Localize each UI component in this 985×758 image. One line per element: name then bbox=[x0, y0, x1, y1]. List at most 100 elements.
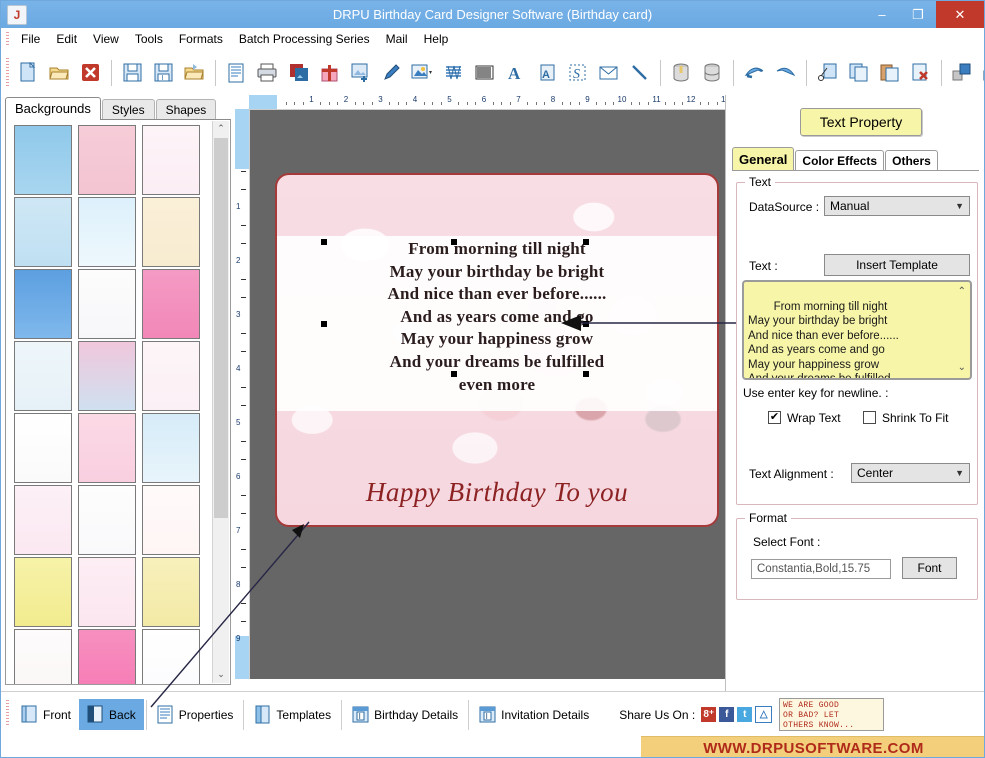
redo-icon[interactable] bbox=[771, 57, 800, 89]
selection-handle-bm[interactable] bbox=[451, 371, 457, 377]
print-icon[interactable] bbox=[253, 57, 282, 89]
background-thumbnail-winter-scene[interactable] bbox=[78, 197, 136, 267]
menu-formats[interactable]: Formats bbox=[171, 30, 231, 48]
background-thumbnail-birthday-pink[interactable] bbox=[142, 269, 200, 339]
bottom-item-properties[interactable]: Properties bbox=[149, 699, 242, 730]
paste-icon[interactable] bbox=[875, 57, 904, 89]
background-thumbnail-petals-white[interactable] bbox=[14, 629, 72, 684]
background-thumbnail-balloons-cream[interactable] bbox=[142, 197, 200, 267]
tab-styles[interactable]: Styles bbox=[101, 99, 155, 120]
background-thumbnail-hearts-multicolor[interactable] bbox=[14, 485, 72, 555]
bottom-item-front[interactable]: Front bbox=[13, 699, 79, 730]
background-thumbnail-gift-boxes-white[interactable] bbox=[142, 629, 200, 684]
delete-icon[interactable] bbox=[906, 57, 935, 89]
background-thumbnail-pink-pattern[interactable] bbox=[78, 125, 136, 195]
pen-tool-icon[interactable] bbox=[377, 57, 406, 89]
line-tool-icon[interactable] bbox=[625, 57, 654, 89]
background-thumbnail-flowers-white[interactable] bbox=[142, 125, 200, 195]
datasource-select[interactable]: Manual ▼ bbox=[824, 196, 970, 216]
text-alignment-select[interactable]: Center ▼ bbox=[851, 463, 970, 483]
shrink-to-fit-checkbox[interactable] bbox=[863, 411, 876, 424]
menu-view[interactable]: View bbox=[85, 30, 127, 48]
tab-others[interactable]: Others bbox=[885, 150, 938, 171]
like-icon[interactable]: △ bbox=[755, 706, 773, 723]
background-thumbnail-soft-floral[interactable] bbox=[142, 341, 200, 411]
bottom-item-invitation-details[interactable]: I Invitation Details bbox=[471, 699, 597, 730]
birthday-card[interactable]: From morning till night May your birthda… bbox=[275, 173, 719, 527]
card-verse-text[interactable]: From morning till night May your birthda… bbox=[277, 238, 717, 396]
save-as-icon[interactable]: I bbox=[149, 57, 178, 89]
tab-color-effects[interactable]: Color Effects bbox=[795, 150, 885, 171]
card-greeting-text[interactable]: Happy Birthday To you bbox=[277, 477, 717, 508]
left-panel-scrollbar[interactable]: ⌃ ⌄ bbox=[212, 121, 229, 683]
selection-handle-ml[interactable] bbox=[321, 321, 327, 327]
text-box-icon[interactable]: A bbox=[532, 57, 561, 89]
menu-grip[interactable] bbox=[6, 32, 9, 46]
background-thumbnail-bubbles-pale[interactable] bbox=[14, 341, 72, 411]
open-folder-icon[interactable] bbox=[45, 57, 74, 89]
menu-mail[interactable]: Mail bbox=[378, 30, 416, 48]
scroll-up-icon[interactable]: ⌃ bbox=[213, 121, 229, 137]
font-button[interactable]: Font bbox=[902, 557, 957, 579]
selection-handle-tr[interactable] bbox=[583, 239, 589, 245]
close-document-icon[interactable] bbox=[76, 57, 105, 89]
restore-button[interactable]: ❐ bbox=[900, 1, 936, 28]
watermark-icon[interactable] bbox=[439, 57, 468, 89]
google-plus-icon[interactable]: 8⁺ bbox=[701, 707, 717, 722]
barcode-icon[interactable] bbox=[470, 57, 499, 89]
send-back-icon[interactable] bbox=[979, 57, 984, 89]
bottom-item-back[interactable]: Back bbox=[79, 699, 144, 730]
selection-handle-mr[interactable] bbox=[583, 321, 589, 327]
background-thumbnail-party-scene[interactable] bbox=[142, 557, 200, 627]
background-thumbnail-yellow-stripes[interactable] bbox=[14, 557, 72, 627]
signature-icon[interactable]: S bbox=[563, 57, 592, 89]
bottom-item-templates[interactable]: Templates bbox=[246, 699, 339, 730]
background-thumbnail-red-hearts[interactable] bbox=[142, 485, 200, 555]
envelope-icon[interactable] bbox=[594, 57, 623, 89]
scroll-down-icon[interactable]: ⌄ bbox=[213, 667, 229, 683]
background-thumbnail-hearts-hot-pink[interactable] bbox=[78, 629, 136, 684]
background-thumbnail-happy-birthday-white[interactable] bbox=[14, 413, 72, 483]
background-thumbnail-sky-clouds[interactable] bbox=[14, 125, 72, 195]
card-layers-icon[interactable] bbox=[284, 57, 313, 89]
background-thumbnail-balloons-sky[interactable] bbox=[142, 413, 200, 483]
background-thumbnail-cakes-pink[interactable] bbox=[78, 557, 136, 627]
database-icon[interactable] bbox=[667, 57, 696, 89]
wrap-text-checkbox[interactable]: ✔ bbox=[768, 411, 781, 424]
bottom-item-birthday-details[interactable]: I Birthday Details bbox=[344, 699, 466, 730]
background-thumbnail-hearts-stripes-pink[interactable] bbox=[78, 413, 136, 483]
undo-icon[interactable] bbox=[740, 57, 769, 89]
database-stack-icon[interactable] bbox=[698, 57, 727, 89]
text-tool-icon[interactable]: A bbox=[501, 57, 530, 89]
text-content-textarea[interactable]: From morning till night May your birthda… bbox=[742, 280, 972, 380]
background-thumbnail-daisies-blue[interactable] bbox=[14, 197, 72, 267]
gift-icon[interactable] bbox=[315, 57, 344, 89]
menu-tools[interactable]: Tools bbox=[127, 30, 171, 48]
scrollbar-thumb[interactable] bbox=[214, 138, 228, 518]
copy-icon[interactable] bbox=[844, 57, 873, 89]
menu-help[interactable]: Help bbox=[416, 30, 457, 48]
twitter-icon[interactable]: t bbox=[737, 707, 753, 722]
selection-handle-br[interactable] bbox=[583, 371, 589, 377]
bring-front-icon[interactable] bbox=[948, 57, 977, 89]
cut-icon[interactable] bbox=[813, 57, 842, 89]
minimize-button[interactable]: – bbox=[864, 1, 900, 28]
feedback-badge[interactable]: WE ARE GOOD OR BAD? LET OTHERS KNOW... bbox=[779, 698, 884, 731]
insert-template-button[interactable]: Insert Template bbox=[824, 254, 970, 276]
tab-general[interactable]: General bbox=[732, 147, 795, 171]
tab-backgrounds[interactable]: Backgrounds bbox=[5, 97, 101, 120]
background-thumbnail-balloons-white[interactable] bbox=[78, 269, 136, 339]
close-button[interactable]: ✕ bbox=[936, 1, 984, 28]
menu-file[interactable]: File bbox=[13, 30, 48, 48]
background-thumbnail-stars-blue[interactable] bbox=[14, 269, 72, 339]
new-document-icon[interactable] bbox=[14, 57, 43, 89]
facebook-icon[interactable]: f bbox=[719, 707, 735, 722]
textarea-scroll-up-icon[interactable]: ⌃ bbox=[958, 285, 966, 300]
save-icon[interactable] bbox=[118, 57, 147, 89]
picture-dropdown-icon[interactable] bbox=[408, 57, 437, 89]
background-thumbnail-abstract-pastel[interactable] bbox=[78, 341, 136, 411]
menu-edit[interactable]: Edit bbox=[48, 30, 85, 48]
insert-image-icon[interactable] bbox=[346, 57, 375, 89]
bottom-bar-grip[interactable] bbox=[6, 700, 9, 726]
textarea-scroll-down-icon[interactable]: ⌄ bbox=[958, 361, 966, 376]
